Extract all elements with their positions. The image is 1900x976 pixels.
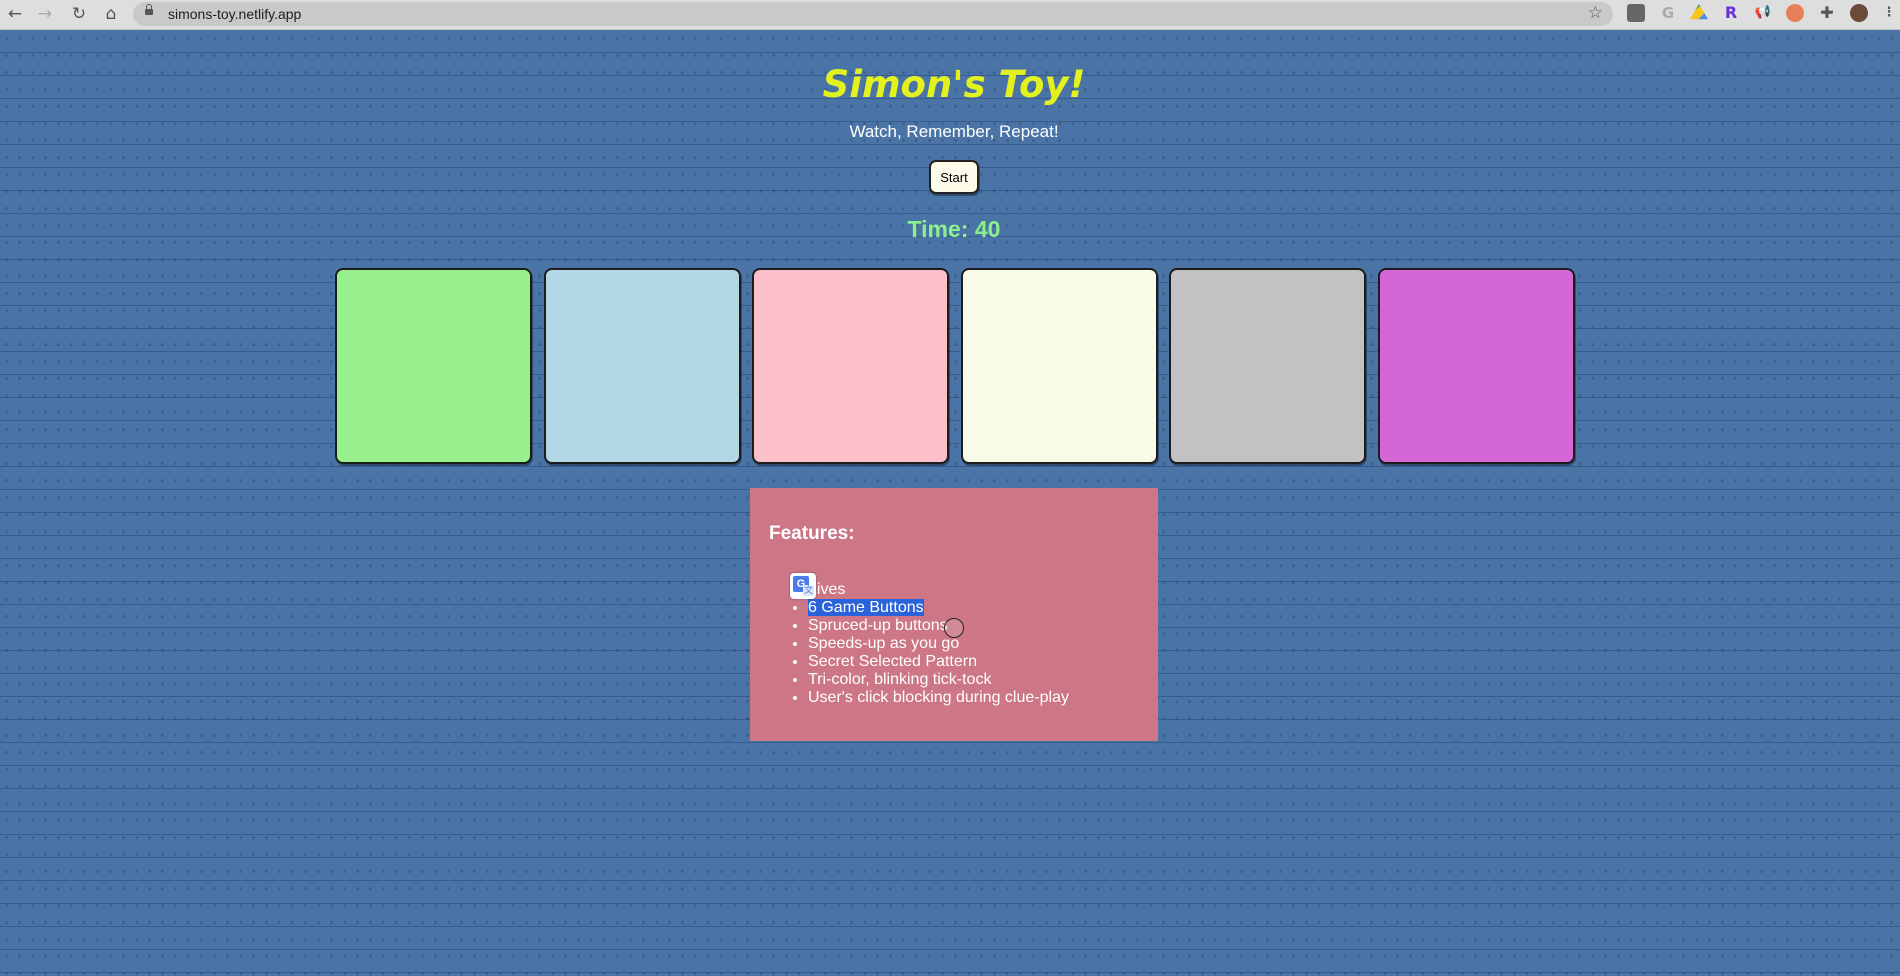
game-button-beige[interactable] [961, 268, 1158, 464]
start-button[interactable]: Start [929, 160, 979, 194]
extension-face-icon[interactable] [1786, 4, 1804, 22]
list-item: Lives [808, 581, 846, 598]
translate-a-glyph: 文 [803, 585, 814, 596]
lock-icon [145, 4, 153, 15]
url-text[interactable]: simons-toy.netlify.app [168, 6, 301, 22]
game-button-pink[interactable] [752, 268, 949, 464]
list-item: 6 Game Buttons [808, 599, 1069, 617]
address-bar[interactable]: simons-toy.netlify.app ☆ [133, 2, 1613, 26]
forward-icon[interactable]: → [34, 3, 56, 25]
features-panel: Features: Lives 6 Game Buttons Spruced-u… [750, 488, 1158, 741]
features-list: Lives 6 Game Buttons Spruced-up buttons … [788, 581, 1069, 707]
drive-icon[interactable] [1690, 4, 1708, 20]
list-item: Speeds-up as you go [808, 635, 1069, 653]
game-button-lightblue[interactable] [544, 268, 741, 464]
timer: Time: 40 [0, 216, 1900, 243]
list-item: Spruced-up buttons [808, 617, 1069, 635]
selected-text: 6 Game Buttons [808, 599, 924, 616]
reload-icon[interactable]: ↻ [68, 3, 90, 25]
timer-label: Time: [907, 216, 975, 242]
avatar[interactable] [1850, 4, 1868, 22]
browser-toolbar: ← → ↻ ⌂ simons-toy.netlify.app ☆ G R 📢 ✚… [0, 0, 1900, 30]
page-title: Simon's Toy! [822, 63, 1086, 106]
extension-r-icon[interactable]: R [1722, 4, 1740, 22]
list-item: Secret Selected Pattern [808, 653, 1069, 671]
puzzle-icon[interactable]: ✚ [1818, 4, 1836, 22]
mouse-cursor-icon [944, 618, 964, 638]
game-button-green[interactable] [335, 268, 532, 464]
list-item: User's click blocking during clue-play [808, 689, 1069, 707]
megaphone-icon[interactable]: 📢 [1754, 4, 1772, 22]
page-subtitle: Watch, Remember, Repeat! [849, 122, 1059, 141]
features-heading: Features: [769, 523, 855, 544]
google-icon[interactable]: G [1659, 4, 1677, 22]
back-icon[interactable]: ← [4, 3, 26, 25]
menu-icon[interactable]: ⋮ [1880, 4, 1898, 22]
page-content: Simon's Toy! Watch, Remember, Repeat! St… [0, 30, 1900, 976]
home-icon[interactable]: ⌂ [100, 3, 122, 25]
google-translate-icon[interactable]: G 文 [790, 573, 816, 599]
timer-value: 40 [974, 216, 1001, 242]
bookmark-star-icon[interactable]: ☆ [1588, 3, 1603, 23]
game-button-orchid[interactable] [1378, 268, 1575, 464]
extension-icon[interactable] [1627, 4, 1645, 22]
list-item: Tri-color, blinking tick-tock [808, 671, 1069, 689]
game-button-silver[interactable] [1169, 268, 1366, 464]
